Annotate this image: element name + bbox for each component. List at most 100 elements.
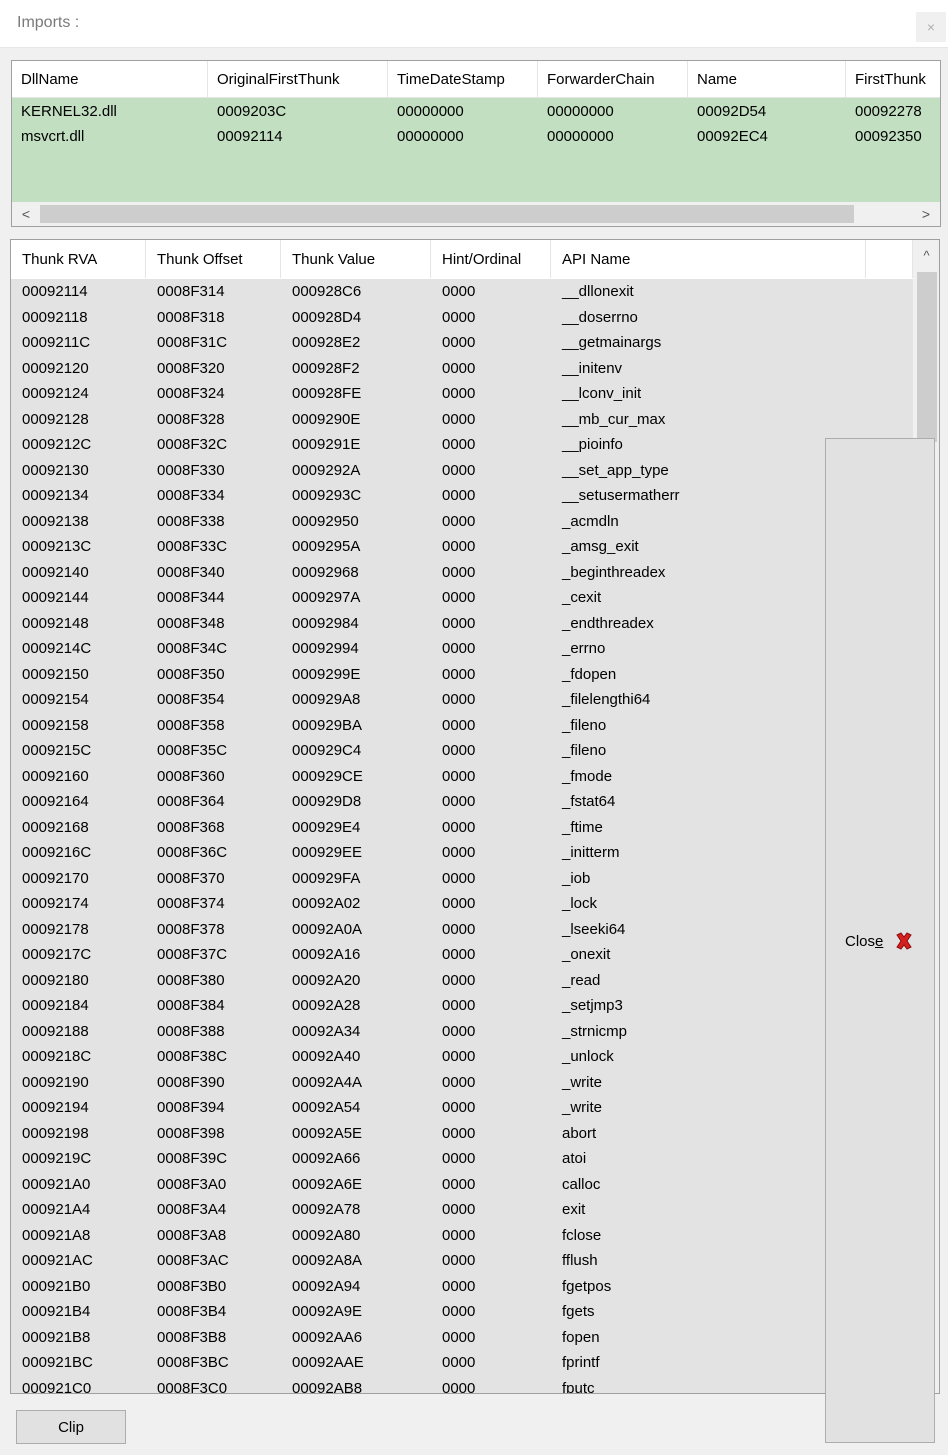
dll-horizontal-scrollbar[interactable]: < >	[12, 202, 940, 226]
thunk-apiname-cell: __mb_cur_max	[562, 410, 666, 428]
table-row[interactable]: 00092144 0008F344 0009297A 0000 _cexit	[11, 585, 913, 611]
table-row[interactable]: 00092114 0008F314 000928C6 0000 __dllonexit	[11, 279, 913, 305]
table-row[interactable]: 00092160 0008F360 000929CE 0000 _fmode	[11, 764, 913, 790]
scroll-up-icon[interactable]: ^	[913, 240, 939, 272]
thunk-col-apiname[interactable]: API Name	[551, 240, 866, 278]
dll-row[interactable]: KERNEL32.dll 0009203C 00000000 00000000 …	[12, 99, 940, 124]
thunk-col-offset[interactable]: Thunk Offset	[146, 240, 281, 278]
thunk-offset-cell: 0008F3AC	[157, 1252, 229, 1269]
thunk-rows: 00092114 0008F314 000928C6 0000 __dllonexit 0…	[11, 279, 913, 1394]
scroll-right-icon[interactable]: >	[912, 202, 940, 226]
thunk-value-cell: 00092AAE	[292, 1354, 364, 1371]
table-row[interactable]: 000921B8 0008F3B8 00092AA6 0000 fopen	[11, 1325, 913, 1351]
thunk-value-cell: 00092A66	[292, 1150, 361, 1167]
thunk-offset-cell: 0008F33C	[157, 538, 228, 555]
thunk-value-cell: 00092A28	[292, 997, 361, 1014]
table-row[interactable]: 00092190 0008F390 00092A4A 0000 _write	[11, 1070, 913, 1096]
table-row[interactable]: 00092198 0008F398 00092A5E 0000 abort	[11, 1121, 913, 1147]
table-row[interactable]: 00092140 0008F340 00092968 0000 _beginthread…	[11, 560, 913, 586]
thunk-rva-cell: 00092160	[22, 767, 89, 785]
thunk-apiname-cell: fopen	[562, 1328, 600, 1346]
table-row[interactable]: 00092164 0008F364 000929D8 0000 _fstat64	[11, 789, 913, 815]
table-row[interactable]: 00092138 0008F338 00092950 0000 _acmdln	[11, 509, 913, 535]
dll-col-timedatestamp[interactable]: TimeDateStamp	[388, 61, 538, 98]
table-row[interactable]: 00092194 0008F394 00092A54 0000 _write	[11, 1095, 913, 1121]
thunk-rva-cell: 00092150	[22, 665, 89, 683]
thunk-value-cell: 00092A4A	[292, 1073, 363, 1091]
thunk-offset-cell: 0008F39C	[157, 1150, 228, 1167]
thunk-value-cell: 00092A94	[292, 1277, 361, 1295]
table-row[interactable]: 000921A4 0008F3A4 00092A78 0000 exit	[11, 1197, 913, 1223]
thunk-hint-cell: 0000	[442, 946, 476, 963]
window-title: Imports :	[17, 14, 80, 31]
dll-col-firstthunk[interactable]: FirstThunk	[846, 61, 940, 98]
table-row[interactable]: 000921A0 0008F3A0 00092A6E 0000 calloc	[11, 1172, 913, 1198]
table-row[interactable]: 00092158 0008F358 000929BA 0000 _fileno	[11, 713, 913, 739]
table-row[interactable]: 0009213C 0008F33C 0009295A 0000 _amsg_exit	[11, 534, 913, 560]
thunk-offset-cell: 0008F390	[157, 1073, 225, 1091]
thunk-rva-cell: 0009217C	[22, 946, 92, 963]
table-row[interactable]: 000921B4 0008F3B4 00092A9E 0000 fgets	[11, 1299, 913, 1325]
thunk-apiname-cell: _beginthreadex	[562, 563, 666, 581]
thunk-rva-cell: 0009211C	[22, 334, 91, 351]
thunk-value-cell: 000929A8	[292, 691, 361, 708]
dll-scroll-thumb[interactable]	[40, 205, 854, 223]
thunk-col-extra[interactable]	[866, 240, 913, 278]
thunk-rva-cell: 0009215C	[22, 742, 92, 759]
table-row[interactable]: 00092188 0008F388 00092A34 0000 _strnicmp	[11, 1019, 913, 1045]
dll-col-name[interactable]: Name	[688, 61, 846, 98]
thunk-col-rva[interactable]: Thunk RVA	[11, 240, 146, 278]
close-button[interactable]: Close	[825, 438, 935, 1443]
thunk-apiname-cell: _write	[562, 1099, 603, 1116]
table-row[interactable]: 00092180 0008F380 00092A20 0000 _read	[11, 968, 913, 994]
table-row[interactable]: 000921A8 0008F3A8 00092A80 0000 fclose	[11, 1223, 913, 1249]
clip-button[interactable]: Clip	[16, 1410, 126, 1444]
table-row[interactable]: 00092184 0008F384 00092A28 0000 _setjmp3	[11, 993, 913, 1019]
table-row[interactable]: 00092150 0008F350 0009299E 0000 _fdopen	[11, 662, 913, 688]
table-row[interactable]: 00092134 0008F334 0009293C 0000 __setusermat…	[11, 483, 913, 509]
thunk-col-hint[interactable]: Hint/Ordinal	[431, 240, 551, 278]
thunk-apiname-cell: _iob	[562, 869, 591, 887]
thunk-col-value[interactable]: Thunk Value	[281, 240, 431, 278]
table-row[interactable]: 00092124 0008F324 000928FE 0000 __lconv_init	[11, 381, 913, 407]
table-row[interactable]: 00092128 0008F328 0009290E 0000 __mb_cur_max	[11, 407, 913, 433]
table-row[interactable]: 00092168 0008F368 000929E4 0000 _ftime	[11, 815, 913, 841]
thunk-value-cell: 00092A16	[292, 946, 361, 963]
table-row[interactable]: 000921BC 0008F3BC 00092AAE 0000 fprintf	[11, 1350, 913, 1376]
table-row[interactable]: 0009211C 0008F31C 000928E2 0000 __getmainarg…	[11, 330, 913, 356]
table-row[interactable]: 0009214C 0008F34C 00092994 0000 _errno	[11, 636, 913, 662]
dll-table-header: DllName OriginalFirstThunk TimeDateStamp…	[12, 61, 940, 98]
table-row[interactable]: 0009217C 0008F37C 00092A16 0000 _onexit	[11, 942, 913, 968]
table-row[interactable]: 00092170 0008F370 000929FA 0000 _iob	[11, 866, 913, 892]
table-row[interactable]: 00092120 0008F320 000928F2 0000 __initenv	[11, 356, 913, 382]
table-row[interactable]: 00092118 0008F318 000928D4 0000 __doserrno	[11, 305, 913, 331]
dll-cell: 00000000	[397, 128, 464, 145]
table-row[interactable]: 0009212C 0008F32C 0009291E 0000 __pioinfo	[11, 432, 913, 458]
scroll-left-icon[interactable]: <	[12, 202, 40, 226]
table-row[interactable]: 00092174 0008F374 00092A02 0000 _lock	[11, 891, 913, 917]
thunk-rva-cell: 000921A4	[22, 1201, 91, 1218]
table-row[interactable]: 00092178 0008F378 00092A0A 0000 _lseeki64	[11, 917, 913, 943]
table-row[interactable]: 00092154 0008F354 000929A8 0000 _filelengthi…	[11, 687, 913, 713]
dll-col-forwarderchain[interactable]: ForwarderChain	[538, 61, 688, 98]
thunk-apiname-cell: __pioinfo	[562, 436, 623, 453]
table-row[interactable]: 0009216C 0008F36C 000929EE 0000 _initterm	[11, 840, 913, 866]
table-row[interactable]: 000921C0 0008F3C0 00092AB8 0000 fputc	[11, 1376, 913, 1394]
thunk-hint-cell: 0000	[442, 512, 476, 530]
table-row[interactable]: 0009218C 0008F38C 00092A40 0000 _unlock	[11, 1044, 913, 1070]
table-row[interactable]: 0009215C 0008F35C 000929C4 0000 _fileno	[11, 738, 913, 764]
table-row[interactable]: 000921B0 0008F3B0 00092A94 0000 fgetpos	[11, 1274, 913, 1300]
dll-col-originalfirstthunk[interactable]: OriginalFirstThunk	[208, 61, 388, 98]
thunk-value-cell: 00092A40	[292, 1048, 361, 1065]
thunk-rva-cell: 00092154	[22, 691, 89, 708]
thunk-scroll-thumb[interactable]	[917, 272, 937, 442]
table-row[interactable]: 0009219C 0008F39C 00092A66 0000 atoi	[11, 1146, 913, 1172]
thunk-offset-cell: 0008F3A8	[157, 1226, 227, 1244]
window-close-icon[interactable]: ×	[916, 12, 946, 42]
table-row[interactable]: 00092130 0008F330 0009292A 0000 __set_app_ty…	[11, 458, 913, 484]
dll-col-dllname[interactable]: DllName	[12, 61, 208, 98]
table-row[interactable]: 000921AC 0008F3AC 00092A8A 0000 fflush	[11, 1248, 913, 1274]
dll-row[interactable]: msvcrt.dll 00092114 00000000 00000000 00…	[12, 124, 940, 149]
table-row[interactable]: 00092148 0008F348 00092984 0000 _endthreadex	[11, 611, 913, 637]
thunk-apiname-cell: abort	[562, 1124, 597, 1142]
